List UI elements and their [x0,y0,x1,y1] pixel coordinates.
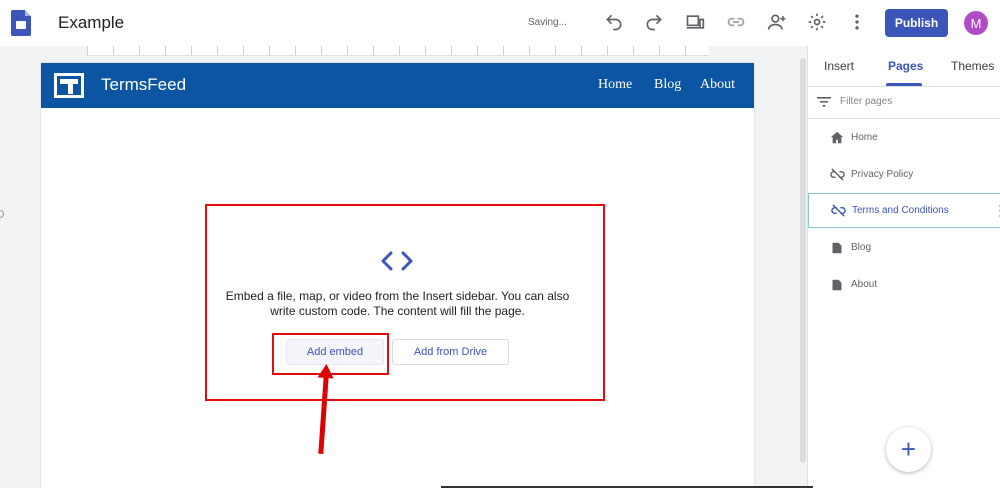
site-nav-blog[interactable]: Blog [654,77,681,93]
page-label: Terms and Conditions [852,205,949,216]
link-icon[interactable] [725,11,747,33]
hidden-link-icon [830,203,846,219]
add-person-icon[interactable] [766,11,788,33]
filter-icon [817,95,831,107]
page-item-blog[interactable]: Blog [808,230,1000,265]
filter-divider [808,118,1000,119]
page-label: About [851,279,878,290]
gear-icon[interactable] [806,11,828,33]
undo-icon[interactable] [603,11,625,33]
sites-logo-icon[interactable] [11,10,31,36]
page-icon [829,277,845,293]
hidden-link-icon [829,167,845,183]
page-label: Blog [851,242,872,253]
site-name: TermsFeed [101,75,187,94]
home-icon [829,130,845,146]
code-icon [380,248,414,274]
canvas-scrollbar[interactable] [800,58,806,463]
avatar[interactable]: M [964,11,988,35]
site-header: TermsFeed Home Blog About [41,63,754,108]
add-from-drive-button[interactable]: Add from Drive [392,339,509,365]
tab-insert[interactable]: Insert [824,59,854,73]
page-label: Privacy Policy [851,169,914,180]
ruler [87,46,709,56]
saving-status: Saving... [528,17,567,28]
redo-icon[interactable] [643,11,665,33]
termsfeed-logo-icon [54,73,84,98]
site-nav-about[interactable]: About [700,77,735,93]
side-panel: Insert Pages Themes Filter pages Home Pr… [807,46,1000,488]
filter-pages-input[interactable]: Filter pages [840,96,892,107]
page-item-terms-and-conditions[interactable]: Terms and Conditions [808,193,1000,228]
preview-icon[interactable] [684,11,706,33]
site-nav-home[interactable]: Home [598,77,632,93]
tab-pages[interactable]: Pages [888,59,923,73]
page-item-home[interactable]: Home [808,120,1000,155]
embed-description: Embed a file, map, or video from the Ins… [225,289,570,318]
publish-button[interactable]: Publish [885,9,948,37]
page-label: Home [851,132,878,143]
tab-themes[interactable]: Themes [951,59,994,73]
top-bar: Example Saving... Publish M [0,0,1000,46]
document-title[interactable]: Example [58,13,124,33]
more-vert-icon[interactable] [846,11,868,33]
page-icon [829,240,845,256]
add-page-button[interactable]: + [886,427,931,472]
tabs-divider [808,86,1000,87]
page-item-privacy-policy[interactable]: Privacy Policy [808,157,1000,192]
page-item-about[interactable]: About [808,267,1000,302]
